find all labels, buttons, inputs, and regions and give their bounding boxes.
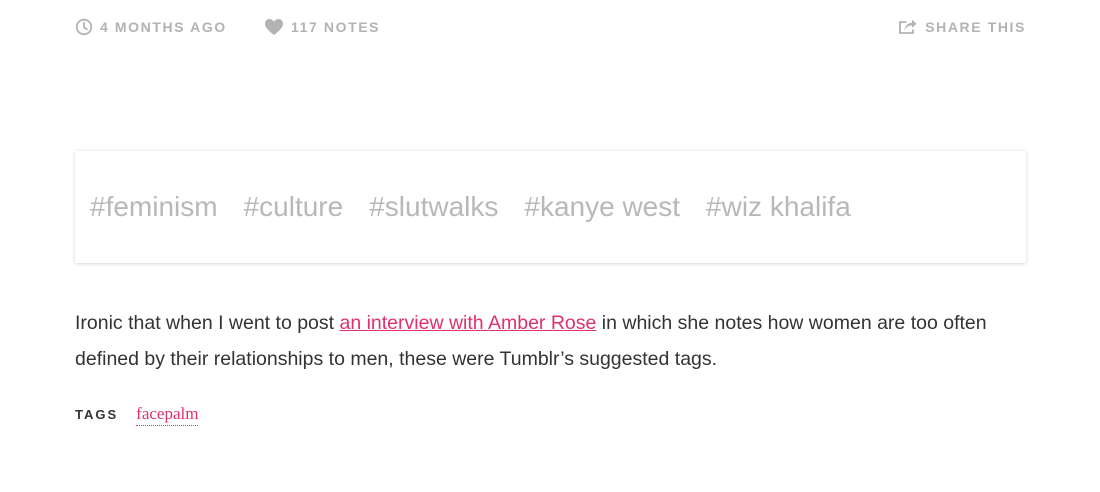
- share-label: Share this: [925, 19, 1026, 35]
- post-meta-bar: 4 months ago 117 notes Share this: [75, 17, 1026, 39]
- post-text-start: Ironic that when I went to post: [75, 312, 340, 334]
- post-tags: Tags facepalm: [75, 404, 199, 426]
- suggested-tag[interactable]: #kanye west: [524, 190, 680, 224]
- suggested-tag[interactable]: #feminism: [90, 190, 218, 224]
- post-time-label: 4 months ago: [100, 19, 227, 35]
- heart-icon: [265, 19, 283, 35]
- post-body: Ironic that when I went to post an inter…: [75, 305, 1030, 377]
- amber-rose-interview-link[interactable]: an interview with Amber Rose: [339, 312, 596, 334]
- share-icon: [899, 19, 917, 34]
- clock-icon: [75, 18, 93, 36]
- post-notes-label: 117 notes: [291, 19, 381, 35]
- suggested-tag[interactable]: #slutwalks: [369, 190, 498, 224]
- share-button[interactable]: Share this: [898, 17, 1026, 37]
- suggested-tags-list: #feminism #culture #slutwalks #kanye wes…: [90, 190, 877, 224]
- post-time-link[interactable]: 4 months ago: [75, 17, 227, 37]
- tag-facepalm-link[interactable]: facepalm: [136, 404, 199, 426]
- post-notes-link[interactable]: 117 notes: [264, 17, 380, 37]
- suggested-tag[interactable]: #culture: [244, 190, 344, 224]
- suggested-tags-image: #feminism #culture #slutwalks #kanye wes…: [75, 151, 1026, 263]
- suggested-tag[interactable]: #wiz khalifa: [706, 190, 851, 224]
- tags-label: Tags: [75, 407, 119, 422]
